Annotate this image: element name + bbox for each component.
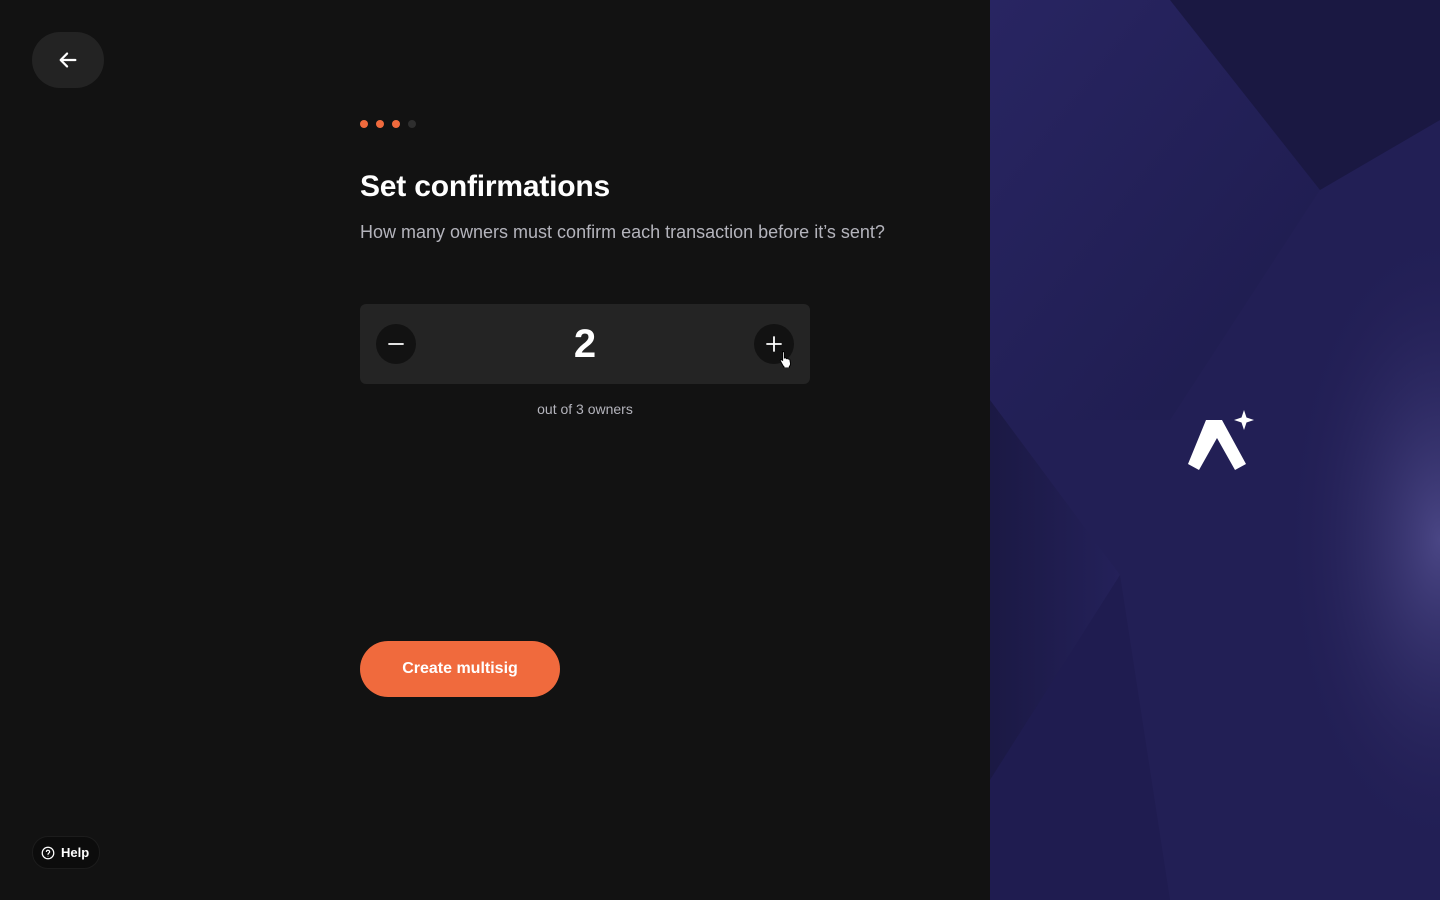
pointer-cursor-icon [779,350,792,368]
owners-caption: out of 3 owners [537,401,633,417]
minus-icon [388,343,404,345]
decrement-button[interactable] [376,324,416,364]
page-title: Set confirmations [360,170,610,203]
arrow-left-icon [59,52,77,68]
sparkle-logo-icon [1188,410,1254,470]
progress-steps [360,120,416,128]
confirmations-stepper: 2 [360,304,810,384]
question-circle-icon [41,846,55,859]
step-dot [376,120,384,128]
step-dot [408,120,416,128]
back-button[interactable] [32,32,104,88]
step-dot [360,120,368,128]
brand-panel [990,0,1440,900]
create-multisig-button[interactable]: Create multisig [360,641,560,697]
help-button[interactable]: Help [32,836,101,869]
page-subtitle: How many owners must confirm each transa… [360,222,885,242]
help-label: Help [61,845,90,860]
main-pane: Set confirmations How many owners must c… [0,0,990,900]
confirmations-value: 2 [573,321,597,366]
step-dot [392,120,400,128]
